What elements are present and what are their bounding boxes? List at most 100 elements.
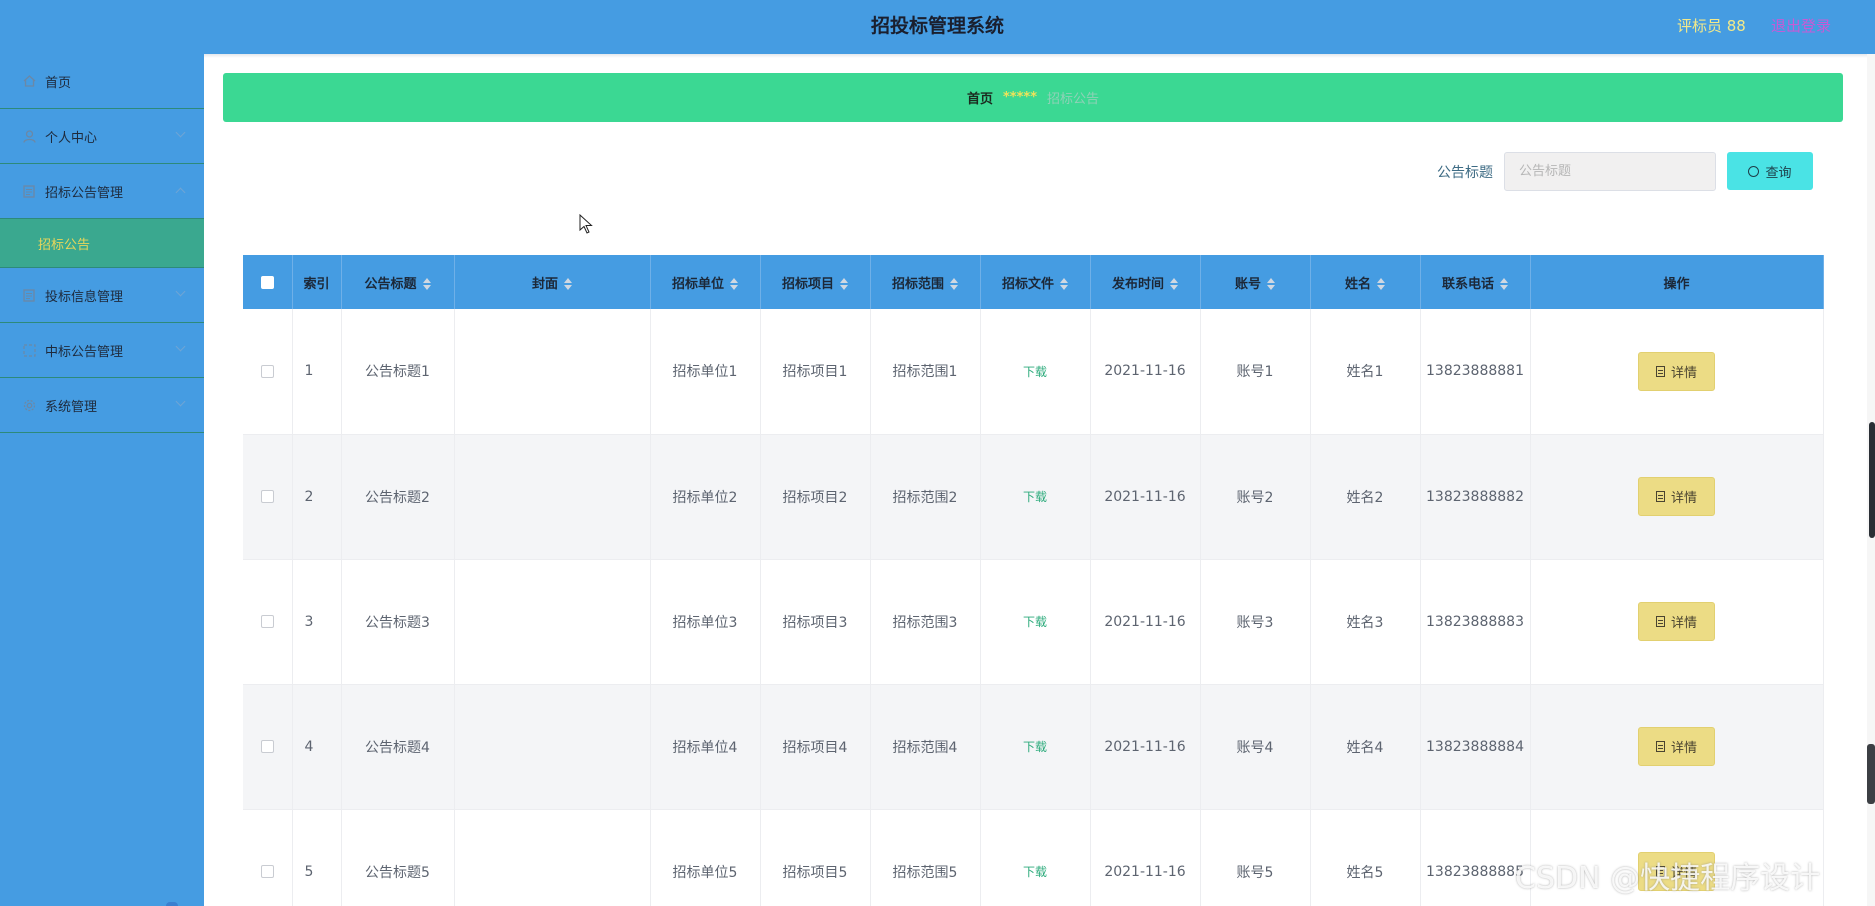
cell-account: 账号5 bbox=[1200, 809, 1311, 906]
detail-button[interactable]: 详情 bbox=[1638, 602, 1715, 641]
cell-account: 账号4 bbox=[1200, 684, 1311, 810]
sidebar-item-bid-info-management[interactable]: 投标信息管理 bbox=[0, 268, 204, 323]
cell-unit: 招标单位5 bbox=[650, 809, 761, 906]
chevron-down-icon bbox=[175, 127, 186, 138]
detail-button[interactable]: 详情 bbox=[1638, 727, 1715, 766]
breadcrumb-separator: ***** bbox=[1003, 90, 1037, 105]
sidebar-item-label: 中标公告管理 bbox=[45, 344, 124, 360]
cell-unit: 招标单位3 bbox=[650, 559, 761, 685]
cell-unit: 招标单位2 bbox=[650, 434, 761, 560]
tender-notice-table: 索引 公告标题 封面 招标单位 招标项目 招标范围 招标文件 发布时间 账号 姓… bbox=[243, 255, 1824, 906]
row-checkbox[interactable] bbox=[260, 740, 274, 753]
sidebar-item-home[interactable]: 首页 bbox=[0, 54, 204, 109]
detail-button[interactable]: 详情 bbox=[1638, 477, 1715, 516]
page-scrollbar[interactable] bbox=[1867, 54, 1875, 906]
sidebar: 首页 个人中心 招标公告管理 招标公告 投标信息管理 中标公告管理 系统管理 bbox=[0, 54, 204, 906]
column-header-unit[interactable]: 招标单位 bbox=[650, 255, 761, 309]
column-header-account[interactable]: 账号 bbox=[1200, 255, 1311, 309]
sidebar-subitem-tender-notice[interactable]: 招标公告 bbox=[0, 219, 204, 268]
column-header-scope[interactable]: 招标范围 bbox=[870, 255, 981, 309]
sort-icon[interactable] bbox=[1170, 278, 1178, 290]
top-bar: 招投标管理系统 评标员 88 退出登录 bbox=[0, 0, 1875, 54]
sort-icon[interactable] bbox=[1060, 278, 1068, 290]
cell-index: 4 bbox=[292, 684, 342, 810]
cell-project: 招标项目4 bbox=[760, 684, 871, 810]
current-user: 评标员 88 bbox=[1677, 17, 1746, 35]
column-header-name[interactable]: 姓名 bbox=[1310, 255, 1421, 309]
column-header-title[interactable]: 公告标题 bbox=[341, 255, 455, 309]
breadcrumb: 首页 ***** 招标公告 bbox=[223, 73, 1843, 122]
cell-scope: 招标范围5 bbox=[870, 809, 981, 906]
sort-icon[interactable] bbox=[730, 278, 738, 290]
cell-scope: 招标范围1 bbox=[870, 309, 981, 435]
scrollbar-thumb[interactable] bbox=[1869, 422, 1875, 538]
search-button-label: 查询 bbox=[1765, 165, 1792, 181]
cell-name: 姓名1 bbox=[1310, 309, 1421, 435]
search-label: 公告标题 bbox=[1437, 165, 1493, 181]
mouse-cursor-icon bbox=[579, 213, 593, 238]
cell-index: 2 bbox=[292, 434, 342, 560]
table-row: 3 公告标题3 招标单位3 招标项目3 招标范围3 下载 2021-11-16 … bbox=[243, 559, 1824, 685]
sidebar-item-award-notice-management[interactable]: 中标公告管理 bbox=[0, 323, 204, 378]
cell-title: 公告标题1 bbox=[341, 309, 455, 435]
cell-unit: 招标单位4 bbox=[650, 684, 761, 810]
sidebar-item-tender-notice-management[interactable]: 招标公告管理 bbox=[0, 164, 204, 219]
sort-icon[interactable] bbox=[1377, 278, 1385, 290]
select-all-checkbox[interactable] bbox=[243, 255, 293, 309]
sidebar-item-system-management[interactable]: 系统管理 bbox=[0, 378, 204, 433]
search-button[interactable]: 查询 bbox=[1727, 152, 1813, 190]
download-link[interactable]: 下载 bbox=[1023, 615, 1047, 629]
chevron-down-icon bbox=[175, 341, 186, 352]
sidebar-item-label: 投标信息管理 bbox=[45, 289, 124, 305]
cell-title: 公告标题5 bbox=[341, 809, 455, 906]
cell-cover bbox=[454, 434, 651, 560]
home-icon bbox=[22, 74, 36, 88]
column-header-phone[interactable]: 联系电话 bbox=[1420, 255, 1531, 309]
cell-date: 2021-11-16 bbox=[1090, 809, 1201, 906]
detail-button[interactable]: 详情 bbox=[1638, 351, 1715, 391]
doc-icon bbox=[22, 288, 36, 302]
sidebar-item-label: 招标公告管理 bbox=[45, 185, 124, 201]
search-input[interactable] bbox=[1504, 152, 1716, 191]
cell-date: 2021-11-16 bbox=[1090, 434, 1201, 560]
chevron-down-icon bbox=[175, 286, 186, 297]
search-icon bbox=[1748, 165, 1760, 177]
download-link[interactable]: 下载 bbox=[1023, 490, 1047, 504]
sidebar-item-label: 个人中心 bbox=[45, 130, 98, 146]
table-header-row: 索引 公告标题 封面 招标单位 招标项目 招标范围 招标文件 发布时间 账号 姓… bbox=[243, 255, 1824, 309]
checkbox-icon[interactable] bbox=[260, 275, 274, 289]
scrollbar-handle[interactable] bbox=[1867, 744, 1875, 804]
sort-icon[interactable] bbox=[422, 278, 431, 290]
download-link[interactable]: 下载 bbox=[1023, 365, 1047, 379]
column-header-actions: 操作 bbox=[1530, 255, 1824, 309]
cell-name: 姓名5 bbox=[1310, 809, 1421, 906]
cell-phone: 13823888885 bbox=[1420, 809, 1531, 906]
row-checkbox[interactable] bbox=[260, 490, 274, 503]
user-icon bbox=[22, 129, 36, 143]
download-link[interactable]: 下载 bbox=[1023, 865, 1047, 879]
cell-unit: 招标单位1 bbox=[650, 309, 761, 435]
sort-icon[interactable] bbox=[1500, 278, 1508, 290]
cell-scope: 招标范围2 bbox=[870, 434, 981, 560]
sort-icon[interactable] bbox=[564, 278, 572, 290]
table-row: 2 公告标题2 招标单位2 招标项目2 招标范围2 下载 2021-11-16 … bbox=[243, 434, 1824, 560]
logout-link[interactable]: 退出登录 bbox=[1771, 15, 1831, 36]
breadcrumb-current: 招标公告 bbox=[1047, 92, 1100, 107]
sort-icon[interactable] bbox=[1267, 278, 1275, 290]
sidebar-item-personal-center[interactable]: 个人中心 bbox=[0, 109, 204, 164]
app-title: 招投标管理系统 bbox=[870, 15, 1004, 37]
row-checkbox[interactable] bbox=[260, 865, 274, 878]
column-header-project[interactable]: 招标项目 bbox=[760, 255, 871, 309]
table-row: 4 公告标题4 招标单位4 招标项目4 招标范围4 下载 2021-11-16 … bbox=[243, 684, 1824, 810]
row-checkbox[interactable] bbox=[260, 364, 274, 378]
download-link[interactable]: 下载 bbox=[1023, 740, 1047, 754]
column-header-cover[interactable]: 封面 bbox=[454, 255, 651, 309]
sort-icon[interactable] bbox=[950, 278, 958, 290]
sort-icon[interactable] bbox=[840, 278, 848, 290]
breadcrumb-home[interactable]: 首页 bbox=[967, 88, 993, 107]
grid-icon bbox=[22, 343, 36, 357]
row-checkbox[interactable] bbox=[260, 615, 274, 628]
document-icon bbox=[1655, 741, 1665, 752]
column-header-date[interactable]: 发布时间 bbox=[1090, 255, 1201, 309]
column-header-file[interactable]: 招标文件 bbox=[980, 255, 1091, 309]
